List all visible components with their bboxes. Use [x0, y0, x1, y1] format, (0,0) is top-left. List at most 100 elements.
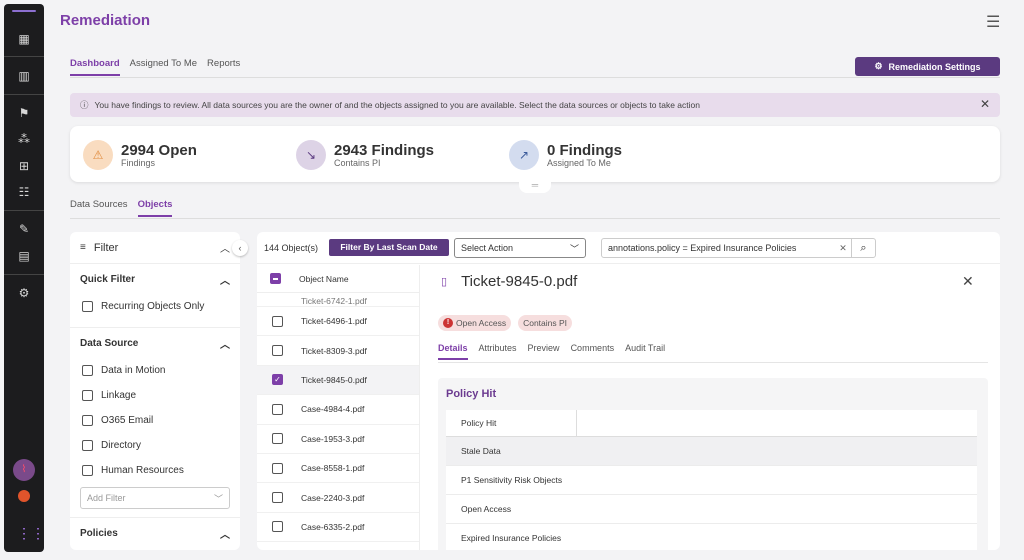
checkbox-checked[interactable]: ✓ — [272, 374, 283, 386]
close-icon[interactable]: ✕ — [962, 273, 974, 290]
select-all-checkbox[interactable] — [270, 273, 281, 284]
gear-icon: ⚙ — [874, 61, 883, 71]
select-action-value: Select Action — [461, 243, 514, 253]
chart-icon[interactable]: ▥ — [14, 67, 34, 85]
policies-title: Policies — [80, 527, 118, 539]
checkbox-label: Human Resources — [101, 465, 184, 476]
edit-icon[interactable]: ✎ — [14, 220, 34, 238]
database-icon[interactable]: ☷ — [14, 183, 34, 201]
add-filter-placeholder: Add Filter — [87, 493, 126, 503]
quick-filter-header[interactable]: Quick Filter ︿ — [70, 264, 240, 294]
list-item[interactable]: Ticket-8309-3.pdf — [257, 336, 419, 366]
stat-open-value: 2994 Open — [121, 141, 197, 159]
object-name: Ticket-6742-1.pdf — [301, 296, 367, 306]
table-row: Open Access — [446, 495, 977, 524]
objects-list: Object Name Ticket-6742-1.pdf Ticket-649… — [257, 265, 420, 550]
linkage-checkbox[interactable]: Linkage — [70, 383, 240, 408]
stat-assigned[interactable]: ↗ 0 Findings Assigned To Me — [509, 140, 622, 170]
detail-badges: ! Open Access Contains PI — [438, 315, 573, 331]
rail-divider — [4, 94, 44, 95]
checkbox[interactable] — [82, 465, 93, 476]
policy-hit-section: Policy Hit Policy Hit Stale Data P1 Sens… — [438, 378, 988, 550]
chevron-up-icon[interactable]: ︿ — [220, 240, 230, 255]
policies-header[interactable]: Policies ︿ — [70, 518, 240, 548]
checkbox-label: Data in Motion — [101, 365, 166, 376]
detail-tabs: Details Attributes Preview Comments Audi… — [438, 343, 665, 360]
list-item[interactable]: Case-6335-2.pdf — [257, 513, 419, 543]
remediation-settings-button[interactable]: ⚙ Remediation Settings — [855, 57, 1000, 76]
list-item[interactable]: Ticket-6742-1.pdf — [257, 293, 419, 307]
select-action-dropdown[interactable]: Select Action ﹀ — [454, 238, 586, 258]
search-icon[interactable]: ⌕ — [851, 239, 875, 257]
hierarchy-icon[interactable]: ⊞ — [14, 157, 34, 175]
tab-comments[interactable]: Comments — [571, 343, 615, 360]
tab-dashboard[interactable]: Dashboard — [70, 58, 120, 76]
checkbox[interactable] — [272, 345, 283, 357]
tab-audit-trail[interactable]: Audit Trail — [625, 343, 665, 360]
rail-divider — [4, 56, 44, 57]
chevron-up-icon: ︿ — [220, 275, 230, 287]
object-detail-panel: ▯ Ticket-9845-0.pdf ✕ ! Open Access Cont… — [421, 265, 1000, 550]
tab-attributes[interactable]: Attributes — [479, 343, 517, 360]
recurring-objects-checkbox[interactable]: Recurring Objects Only — [70, 294, 240, 319]
checkbox[interactable] — [272, 492, 283, 504]
clipboard-icon[interactable]: ▤ — [14, 247, 34, 265]
objects-panel: 144 Object(s) Filter By Last Scan Date S… — [257, 232, 1000, 550]
checkbox[interactable] — [82, 390, 93, 401]
checkbox[interactable] — [272, 315, 283, 327]
list-item[interactable]: Ticket-6496-1.pdf — [257, 307, 419, 337]
list-item[interactable]: Case-1953-3.pdf — [257, 425, 419, 454]
stat-open[interactable]: ⚠ 2994 Open Findings — [83, 140, 197, 170]
checkbox[interactable] — [272, 433, 283, 445]
add-filter-select[interactable]: Add Filter ﹀ — [80, 487, 230, 509]
detail-tabs-divider — [438, 362, 988, 363]
drag-handle-icon[interactable]: ═ — [519, 180, 551, 193]
tab-preview[interactable]: Preview — [528, 343, 560, 360]
close-icon[interactable]: ✕ — [980, 97, 990, 111]
checkbox[interactable] — [82, 415, 93, 426]
checkbox[interactable] — [82, 301, 93, 312]
clear-icon[interactable]: ✕ — [835, 243, 851, 254]
stat-contains-pi[interactable]: ↘ 2943 Findings Contains PI — [296, 140, 434, 170]
nav-tabs: Dashboard Assigned To Me Reports — [70, 58, 240, 76]
flag-icon[interactable]: ⚑ — [14, 104, 34, 122]
checkbox[interactable] — [82, 365, 93, 376]
checkbox[interactable] — [272, 521, 283, 533]
list-item[interactable]: Case-8558-1.pdf — [257, 454, 419, 484]
list-item[interactable]: Case-4984-4.pdf — [257, 395, 419, 425]
search-input[interactable]: annotations.policy = Expired Insurance P… — [601, 238, 876, 258]
data-source-header[interactable]: Data Source ︿ — [70, 328, 240, 358]
directory-checkbox[interactable]: Directory — [70, 433, 240, 458]
data-in-motion-checkbox[interactable]: Data in Motion — [70, 358, 240, 383]
tab-objects[interactable]: Objects — [137, 199, 173, 217]
stat-assigned-value: 0 Findings — [547, 141, 622, 159]
settings-icon[interactable]: ⚙ — [14, 284, 34, 302]
checkbox[interactable] — [272, 403, 283, 415]
o365-email-checkbox[interactable]: O365 Email — [70, 408, 240, 433]
tab-reports[interactable]: Reports — [207, 58, 240, 76]
tab-assigned-to-me[interactable]: Assigned To Me — [130, 58, 197, 76]
objects-toolbar: 144 Object(s) Filter By Last Scan Date S… — [257, 232, 1000, 264]
tab-details[interactable]: Details — [438, 343, 468, 360]
filter-last-scan-button[interactable]: Filter By Last Scan Date — [329, 239, 449, 256]
checkbox[interactable] — [82, 440, 93, 451]
filter-title: Filter — [93, 241, 119, 254]
trend-up-icon: ↗ — [509, 140, 539, 170]
list-item[interactable]: Case-2240-3.pdf — [257, 483, 419, 513]
list-item-selected[interactable]: ✓ Ticket-9845-0.pdf — [257, 365, 419, 396]
rail-divider — [4, 274, 44, 275]
share-icon[interactable]: ⁂ — [14, 130, 34, 148]
object-name: Case-2240-3.pdf — [301, 492, 365, 503]
subtabs-divider — [70, 218, 1000, 219]
dashboard-icon[interactable]: ▦ — [14, 30, 34, 48]
human-resources-checkbox[interactable]: Human Resources — [70, 458, 240, 483]
object-name: Case-6335-2.pdf — [301, 521, 365, 532]
collapse-filter-button[interactable]: ‹ — [232, 240, 248, 256]
banner-text: You have findings to review. All data so… — [94, 100, 700, 110]
filter-panel: ≡ Filter ︿ Quick Filter ︿ Recurring Obje… — [70, 232, 240, 550]
checkbox[interactable] — [272, 462, 283, 474]
menu-icon[interactable]: ☰ — [986, 12, 1000, 32]
apps-grid-icon[interactable]: ⋮⋮ — [17, 526, 45, 540]
tab-data-sources[interactable]: Data Sources — [70, 199, 128, 217]
avatar[interactable]: ⌇ — [13, 459, 35, 481]
